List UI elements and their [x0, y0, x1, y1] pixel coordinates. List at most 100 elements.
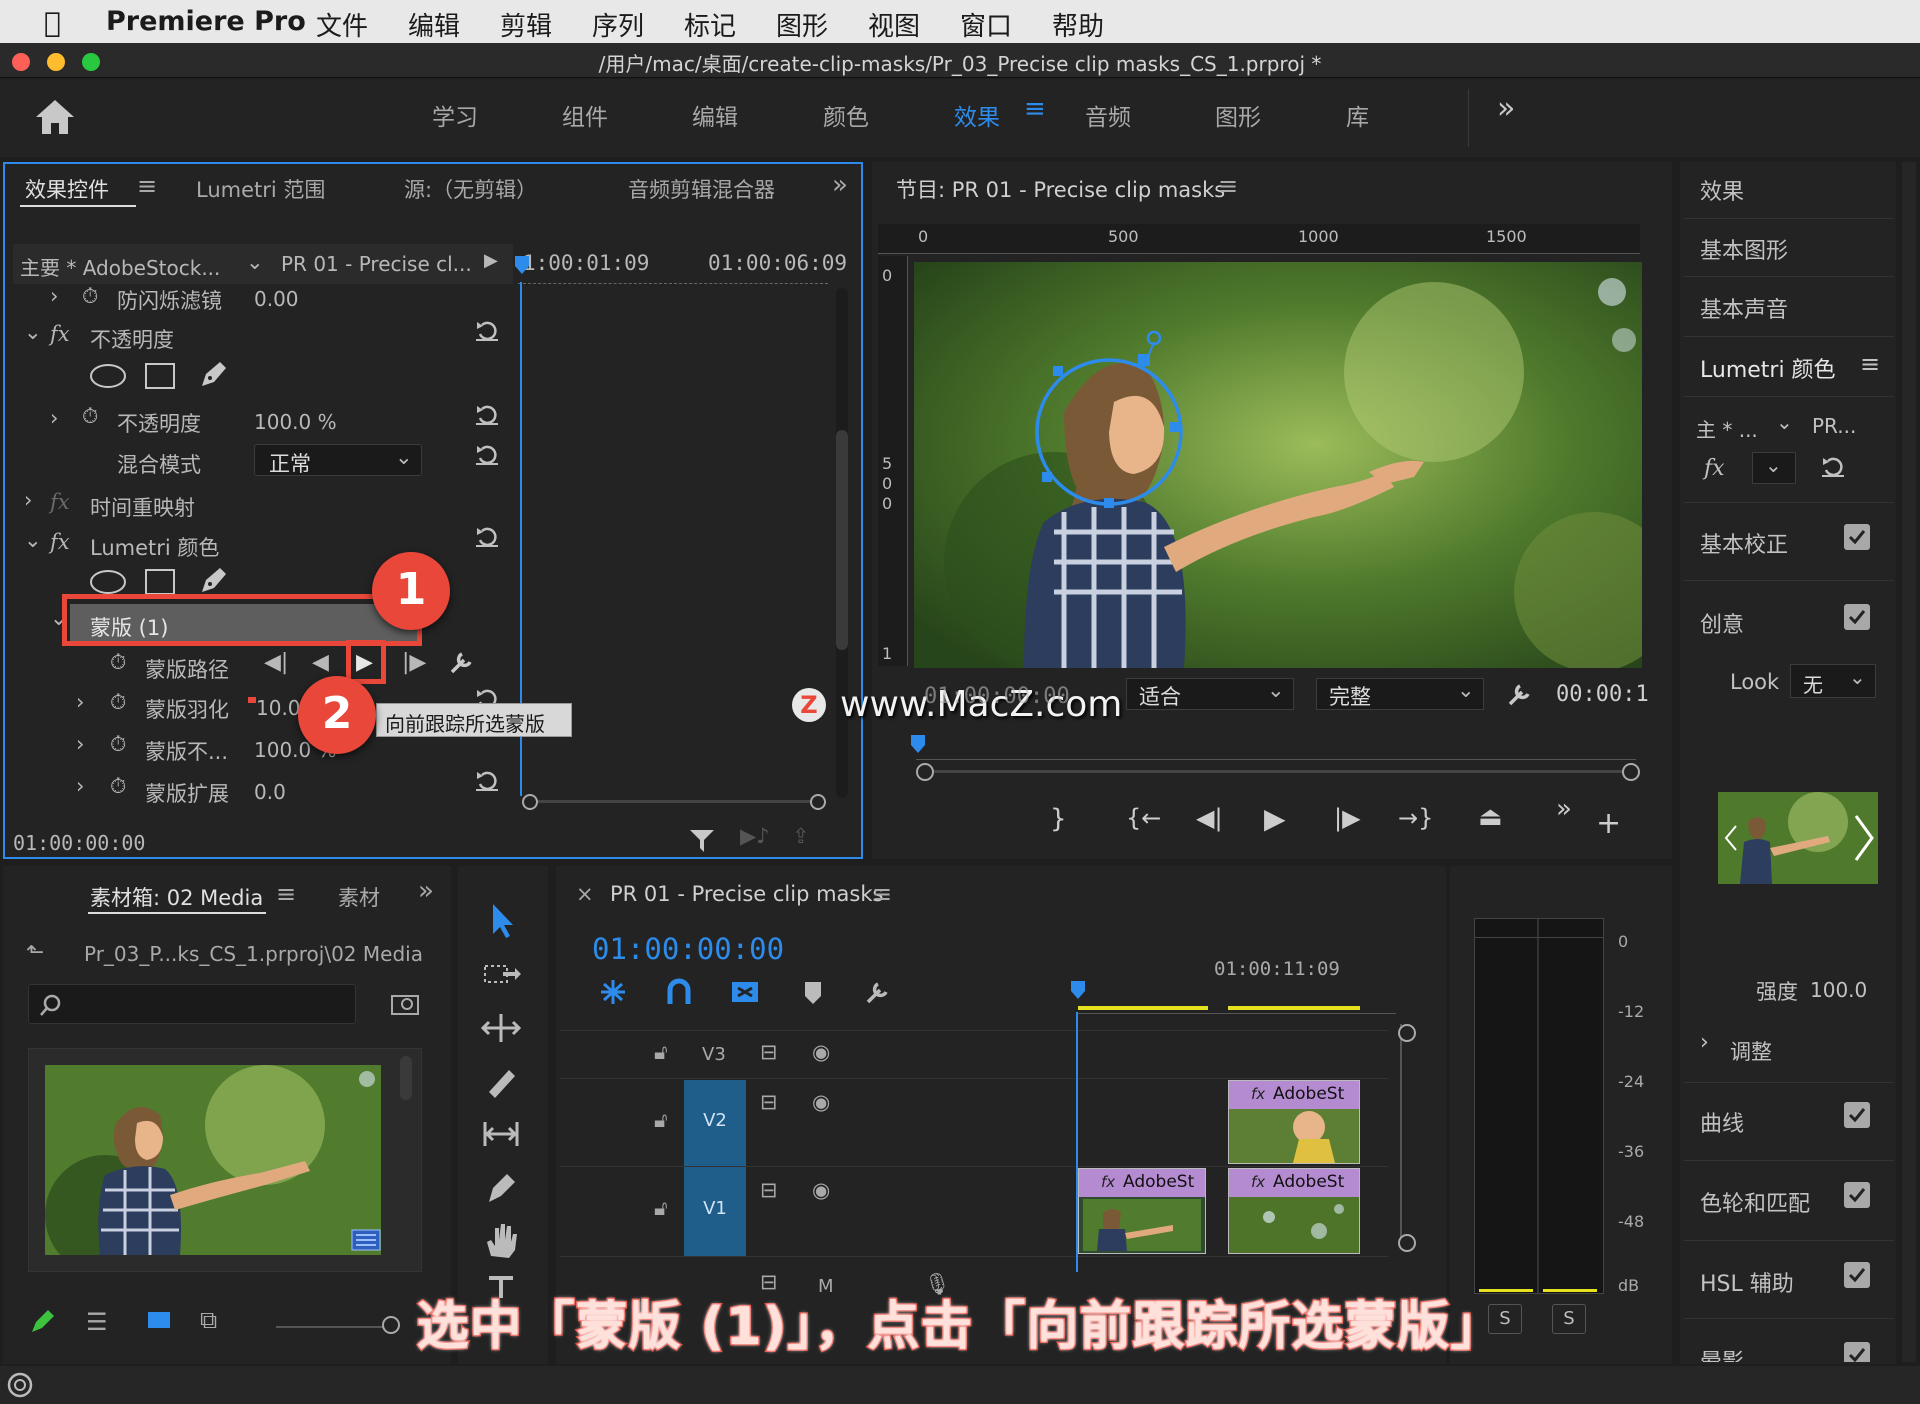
- clip-v1-a[interactable]: AdobeSt fx: [1078, 1168, 1206, 1254]
- sequence-tab[interactable]: PR 01 - Precise clip masks: [610, 882, 883, 906]
- workspace-tab-assembly[interactable]: 组件: [562, 98, 608, 132]
- track-forward-icon[interactable]: |▶: [402, 650, 426, 675]
- razor-tool-icon[interactable]: [479, 1062, 523, 1102]
- workspace-tab-libraries[interactable]: 库: [1346, 98, 1369, 132]
- track-select-tool-icon[interactable]: [479, 956, 523, 996]
- media-tile[interactable]: [28, 1048, 422, 1272]
- workspace-tab-editing[interactable]: 编辑: [692, 98, 738, 132]
- basic-correction-checkbox[interactable]: [1844, 524, 1870, 550]
- anti-flicker-value[interactable]: 0.00: [254, 287, 299, 311]
- expand-chevron-icon[interactable]: ›: [76, 774, 84, 798]
- reset-icon[interactable]: [474, 444, 500, 466]
- wrench-icon[interactable]: [448, 648, 476, 676]
- fx-dropdown[interactable]: ⌄: [1752, 452, 1796, 484]
- close-sequence-icon[interactable]: ×: [576, 882, 594, 906]
- more-workspaces-icon[interactable]: »: [1497, 91, 1515, 126]
- add-marker-icon[interactable]: [802, 980, 824, 1006]
- video-frame[interactable]: [914, 262, 1642, 668]
- sequence-clip-label[interactable]: PR 01 - Precise cl...: [281, 252, 472, 276]
- menu-view[interactable]: 视图: [868, 6, 920, 43]
- program-zoom-bar[interactable]: [926, 770, 1632, 773]
- vscroll-handle-top[interactable]: [1398, 1024, 1416, 1042]
- menu-markers[interactable]: 标记: [684, 6, 736, 43]
- lumetri-color-tab[interactable]: Lumetri 颜色: [1700, 352, 1836, 384]
- app-menu[interactable]: Premiere Pro: [106, 6, 306, 37]
- tab-bin-second[interactable]: 素材: [338, 882, 380, 912]
- stopwatch-icon[interactable]: ⏱: [110, 774, 126, 799]
- ripple-edit-tool-icon[interactable]: [479, 1008, 523, 1048]
- panel-menu-icon[interactable]: ≡: [276, 880, 296, 908]
- workspace-tab-learn[interactable]: 学习: [432, 98, 478, 132]
- step-forward-icon[interactable]: |▶: [1334, 804, 1361, 832]
- rectangle-mask-icon[interactable]: [144, 568, 176, 596]
- creative-cloud-icon[interactable]: [6, 1372, 34, 1398]
- ec-current-timecode[interactable]: 01:00:00:00: [13, 831, 145, 855]
- panel-menu-icon[interactable]: ≡: [137, 172, 157, 200]
- tab-bin-media[interactable]: 素材箱: 02 Media: [90, 882, 263, 912]
- vscroll-handle-bottom[interactable]: [1398, 1234, 1416, 1252]
- pen-tool-icon[interactable]: [479, 1168, 523, 1208]
- ec-scrollbar-thumb[interactable]: [836, 430, 848, 650]
- linked-selection-icon[interactable]: [730, 978, 760, 1006]
- track-v1-label[interactable]: V1: [684, 1168, 746, 1256]
- export-icon[interactable]: ⇪: [792, 824, 810, 848]
- fit-dropdown[interactable]: 适合 ⌄: [1126, 678, 1294, 710]
- add-button-icon[interactable]: +: [1596, 806, 1621, 841]
- workspace-tab-graphics[interactable]: 图形: [1215, 98, 1261, 132]
- reset-icon[interactable]: [474, 320, 500, 342]
- pen-mask-icon[interactable]: [196, 358, 230, 392]
- workspace-menu-icon[interactable]: ≡: [1024, 94, 1046, 124]
- mask-feather-value[interactable]: 10.0: [256, 696, 301, 720]
- reset-icon[interactable]: [474, 404, 500, 426]
- go-to-in-icon[interactable]: {←: [1126, 804, 1161, 832]
- zoom-handle-left[interactable]: [916, 763, 934, 781]
- stopwatch-icon[interactable]: ⏱: [110, 650, 126, 675]
- ec-zoom-handle-right[interactable]: [810, 794, 826, 810]
- clip-v1-b[interactable]: AdobeSt fx: [1228, 1168, 1360, 1254]
- intensity-value[interactable]: 100.0: [1810, 978, 1867, 1002]
- stopwatch-icon[interactable]: ⏱: [82, 284, 98, 309]
- slip-tool-icon[interactable]: [479, 1114, 523, 1154]
- step-back-icon[interactable]: ◀|: [1196, 804, 1223, 832]
- curves-checkbox[interactable]: [1844, 1102, 1870, 1128]
- collapse-chevron-icon[interactable]: ⌄: [24, 320, 42, 344]
- stopwatch-icon[interactable]: ⏱: [82, 404, 98, 429]
- track-backward-icon[interactable]: ◀|: [264, 650, 288, 675]
- tab-effect-controls[interactable]: 效果控件: [25, 174, 109, 204]
- quality-dropdown[interactable]: 完整 ⌄: [1316, 678, 1484, 710]
- menu-sequence[interactable]: 序列: [592, 6, 644, 43]
- find-icon[interactable]: [390, 990, 420, 1016]
- lumetri-sequence-label[interactable]: PR...: [1812, 414, 1856, 438]
- eye-icon[interactable]: ◉: [812, 1090, 830, 1114]
- timeline-timecode[interactable]: 01:00:00:00: [592, 932, 784, 966]
- essential-graphics-tab[interactable]: 基本图形: [1700, 233, 1788, 265]
- bin-scrollbar-thumb[interactable]: [400, 1056, 412, 1100]
- up-folder-icon[interactable]: ⬑: [26, 940, 44, 965]
- essential-sound-tab[interactable]: 基本声音: [1700, 292, 1788, 324]
- more-buttons-icon[interactable]: »: [1556, 794, 1572, 824]
- workspace-tab-audio[interactable]: 音频: [1085, 98, 1131, 132]
- toggle-sync-icon[interactable]: ⊟: [760, 1178, 778, 1202]
- rectangle-mask-icon[interactable]: [144, 362, 176, 390]
- section-creative[interactable]: 创意: [1700, 607, 1744, 639]
- section-curves[interactable]: 曲线: [1700, 1106, 1744, 1138]
- fx-badge-icon[interactable]: fx: [1704, 456, 1725, 481]
- panel-menu-icon[interactable]: ≡: [1860, 350, 1880, 378]
- workspace-tab-color[interactable]: 颜色: [823, 98, 869, 132]
- look-preview-thumbnail[interactable]: [1718, 792, 1878, 884]
- home-icon[interactable]: [30, 96, 80, 140]
- play-icon[interactable]: ▶: [1264, 802, 1286, 835]
- zoom-handle-right[interactable]: [1622, 763, 1640, 781]
- expand-chevron-icon[interactable]: ›: [1700, 1030, 1709, 1055]
- filter-icon[interactable]: [688, 826, 716, 854]
- fx-badge-icon[interactable]: fx: [50, 322, 70, 346]
- section-color-wheels[interactable]: 色轮和匹配: [1700, 1186, 1810, 1218]
- clip-v2[interactable]: AdobeSt fx: [1228, 1080, 1360, 1164]
- lift-icon[interactable]: ⏏: [1478, 802, 1503, 832]
- tab-source[interactable]: 源:（无剪辑）: [404, 174, 537, 204]
- ec-zoom-bar[interactable]: [530, 800, 820, 803]
- mask-expand-value[interactable]: 0.0: [254, 780, 286, 804]
- apple-logo-icon[interactable]: : [44, 6, 61, 39]
- expand-chevron-icon[interactable]: ›: [24, 488, 32, 512]
- opacity-value[interactable]: 100.0 %: [254, 410, 337, 434]
